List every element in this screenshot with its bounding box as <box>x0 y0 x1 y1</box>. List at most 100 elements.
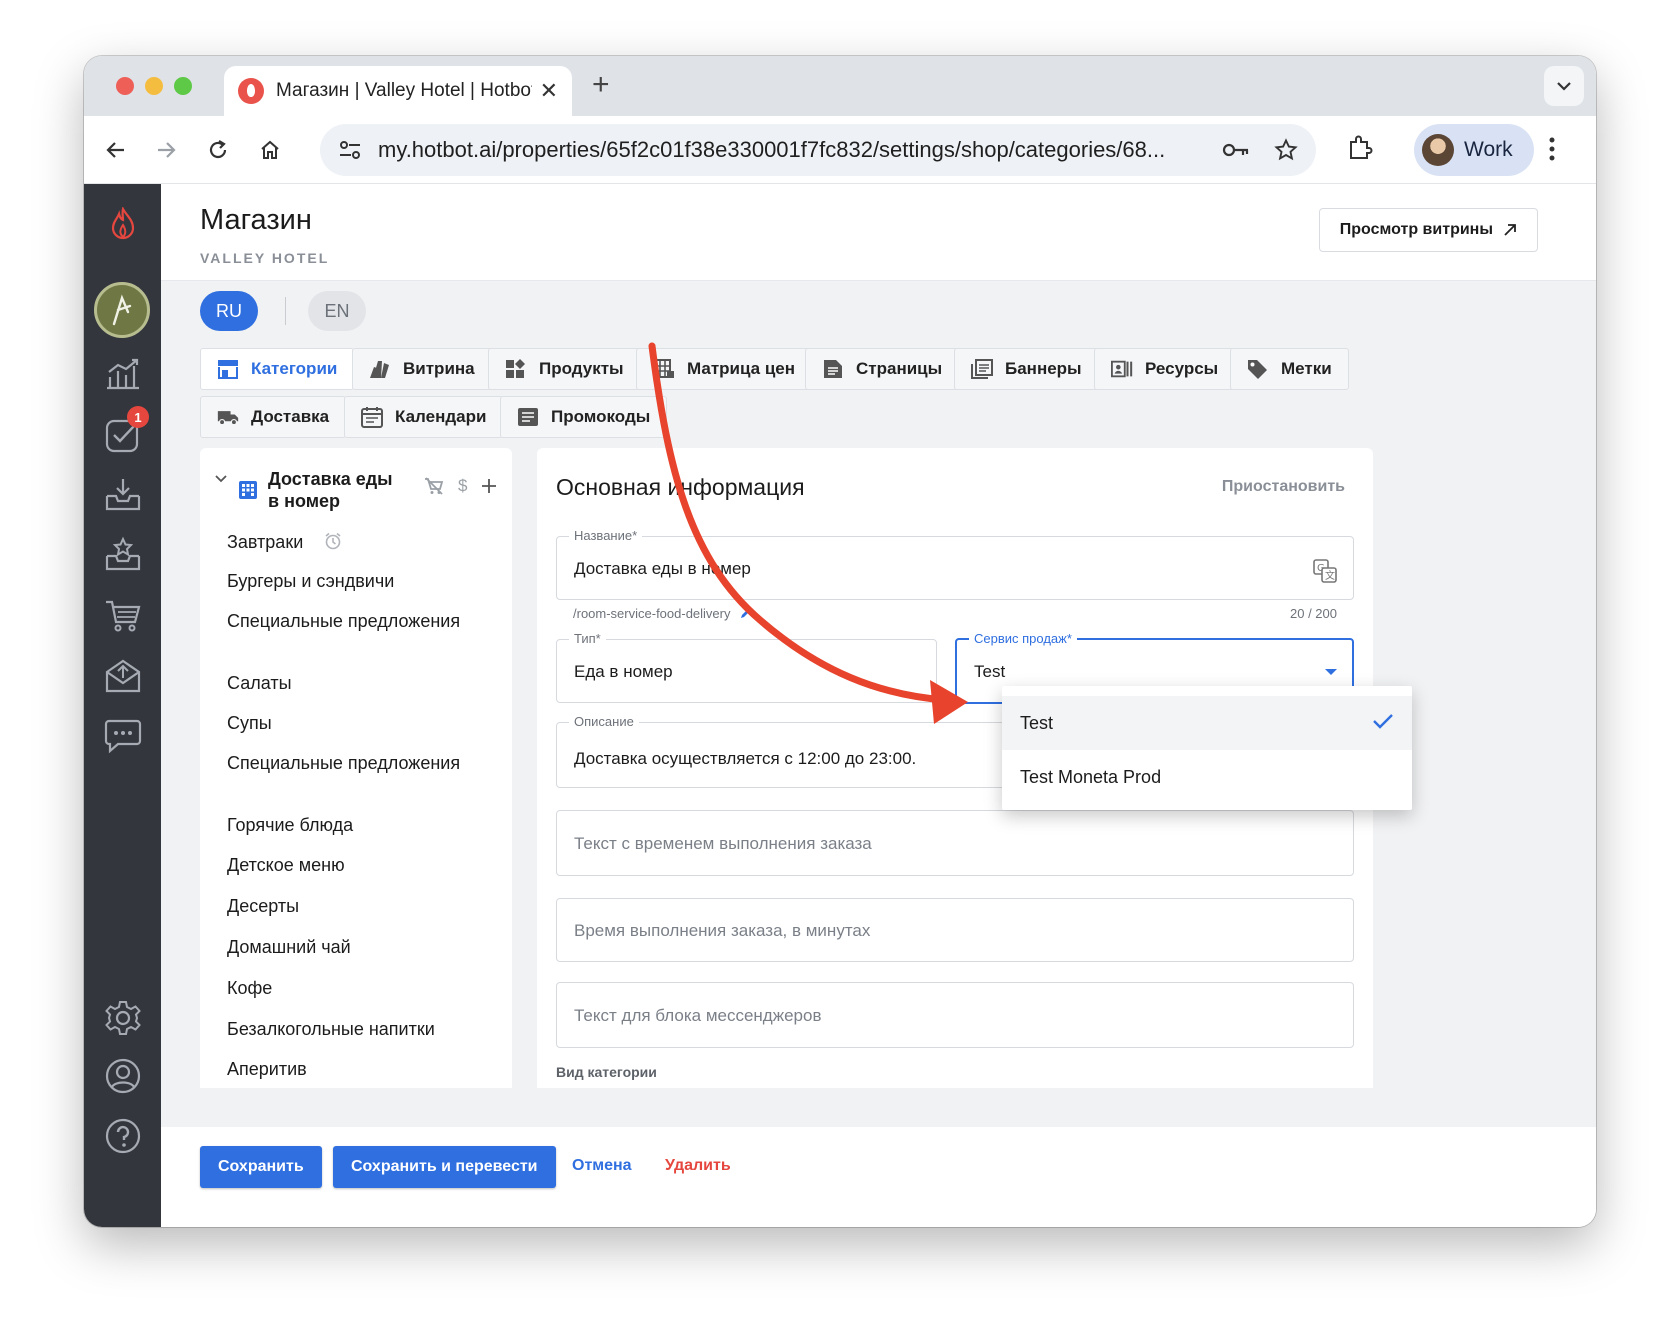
minimize-window-button[interactable] <box>145 77 163 95</box>
cart-off-icon[interactable] <box>424 477 444 495</box>
view-storefront-button[interactable]: Просмотр витрины <box>1318 208 1538 252</box>
order-time-text-field[interactable]: Текст с временем выполнения заказа <box>556 810 1354 876</box>
cancel-button[interactable]: Отмена <box>572 1157 632 1175</box>
tab-banners[interactable]: Баннеры <box>954 348 1099 390</box>
back-button[interactable] <box>100 134 132 166</box>
tab-categories[interactable]: Категории <box>200 348 355 390</box>
page-title: Магазин <box>200 204 312 236</box>
type-field[interactable]: Тип* Еда в номер <box>556 631 937 703</box>
tab-label: Промокоды <box>551 407 651 426</box>
order-time-minutes-field[interactable]: Время выполнения заказа, в минутах <box>556 898 1354 962</box>
tree-item[interactable]: Бургеры и сэндвичи <box>227 570 477 592</box>
property-avatar[interactable] <box>94 282 150 338</box>
reviews-icon[interactable] <box>101 532 145 576</box>
translate-icon[interactable]: G文 <box>1313 559 1337 583</box>
category-view-label: Вид категории <box>556 1064 657 1080</box>
property-logo-icon <box>112 294 132 326</box>
dropdown-option-test[interactable]: Test <box>1002 696 1412 750</box>
inbox-icon[interactable] <box>101 472 145 516</box>
add-plus-icon[interactable] <box>481 478 497 494</box>
profile-button[interactable]: Work <box>1414 124 1534 176</box>
tree-item[interactable]: Аперитив <box>227 1058 477 1080</box>
tasks-icon[interactable]: 1 <box>101 406 149 456</box>
settings-gear-icon[interactable] <box>101 996 145 1040</box>
puzzle-icon <box>1350 135 1373 159</box>
price-dollar-icon[interactable]: $ <box>458 476 467 496</box>
hotbot-logo-icon[interactable] <box>101 202 145 246</box>
forward-button[interactable] <box>150 134 182 166</box>
shop-cart-icon[interactable] <box>101 594 145 638</box>
help-icon[interactable] <box>101 1114 145 1158</box>
maximize-window-button[interactable] <box>174 77 192 95</box>
pages-icon <box>824 360 842 378</box>
dropdown-option-label: Test Moneta Prod <box>1020 766 1162 787</box>
tab-storefront[interactable]: Витрина <box>352 348 492 390</box>
home-icon <box>261 140 279 159</box>
tab-label: Баннеры <box>1005 359 1082 378</box>
lang-ru-button[interactable]: RU <box>200 291 258 331</box>
close-window-button[interactable] <box>116 77 134 95</box>
checkmark-icon <box>1373 714 1393 729</box>
description-field-value: Доставка осуществляется с 12:00 до 23:00… <box>574 749 917 768</box>
lang-en-button[interactable]: EN <box>308 291 366 331</box>
page-header: Магазин VALLEY HOTEL Просмотр витрины <box>161 184 1596 281</box>
analytics-icon[interactable] <box>101 352 145 396</box>
tab-pages[interactable]: Страницы <box>805 348 960 390</box>
suspend-button[interactable]: Приостановить <box>1222 478 1345 496</box>
name-field-value: Доставка еды в номер <box>574 559 751 578</box>
tree-item[interactable]: Безалкогольные напитки <box>227 1018 477 1040</box>
tree-item[interactable]: Специальные предложения <box>227 752 477 774</box>
address-bar[interactable]: my.hotbot.ai/properties/65f2c01f38e33000… <box>320 124 1316 176</box>
tab-resources[interactable]: Ресурсы <box>1094 348 1236 390</box>
tab-calendars[interactable]: Календари <box>344 396 504 438</box>
truck-icon <box>217 411 239 426</box>
tab-close-icon[interactable]: ✕ <box>540 78 558 104</box>
new-tab-button[interactable]: + <box>592 68 610 102</box>
tab-delivery[interactable]: Доставка <box>200 396 347 438</box>
slug-text: /room-service-food-delivery <box>573 606 731 621</box>
tab-products[interactable]: Продукты <box>488 348 641 390</box>
tree-item[interactable]: Специальные предложения <box>227 610 477 632</box>
browser-tab-active[interactable]: Магазин | Valley Hotel | Hotbot ✕ <box>224 66 572 116</box>
chevron-down-icon[interactable] <box>214 474 228 484</box>
more-vertical-icon <box>1549 137 1555 161</box>
save-and-translate-button[interactable]: Сохранить и перевести <box>333 1146 556 1188</box>
svg-text:文: 文 <box>1325 569 1335 582</box>
chat-icon[interactable] <box>101 714 145 758</box>
mailing-icon[interactable] <box>101 654 145 698</box>
messenger-text-field[interactable]: Текст для блока мессенджеров <box>556 982 1354 1048</box>
description-field-label: Описание <box>569 714 639 729</box>
order-time-text-placeholder: Текст с временем выполнения заказа <box>574 834 872 853</box>
tree-item[interactable]: Детское меню <box>227 854 477 876</box>
reload-button[interactable] <box>202 134 234 166</box>
alarm-clock-icon <box>325 532 341 550</box>
browser-menu-button[interactable] <box>1548 136 1556 167</box>
tab-promocodes[interactable]: Промокоды <box>500 396 668 438</box>
tree-item[interactable]: Завтраки <box>227 530 477 553</box>
tree-item[interactable]: Супы <box>227 712 477 734</box>
category-tree: Доставка еды в номер $ Завтраки Бургеры … <box>200 448 512 1088</box>
browser-toolbar: my.hotbot.ai/properties/65f2c01f38e33000… <box>84 116 1596 184</box>
tab-title: Магазин | Valley Hotel | Hotbot <box>276 80 532 101</box>
site-settings-icon[interactable] <box>338 139 362 161</box>
save-button[interactable]: Сохранить <box>200 1146 322 1188</box>
bookmark-star-icon[interactable] <box>1274 138 1298 162</box>
edit-pencil-icon[interactable] <box>740 607 752 619</box>
dropdown-option-test-moneta-prod[interactable]: Test Moneta Prod <box>1002 750 1412 804</box>
home-button[interactable] <box>254 134 286 166</box>
tree-item[interactable]: Домашний чай <box>227 936 477 958</box>
tree-item[interactable]: Горячие блюда <box>227 814 477 836</box>
tags-icon <box>1248 360 1267 379</box>
tab-search-button[interactable] <box>1544 66 1584 106</box>
user-profile-icon[interactable] <box>101 1054 145 1098</box>
tab-tags[interactable]: Метки <box>1230 348 1349 390</box>
tree-item[interactable]: Салаты <box>227 672 477 694</box>
key-icon[interactable] <box>1222 141 1250 159</box>
tree-item[interactable]: Десерты <box>227 895 477 917</box>
extensions-button[interactable] <box>1346 134 1374 167</box>
name-field-label: Название* <box>569 528 643 543</box>
tab-price-matrix[interactable]: Матрица цен <box>636 348 812 390</box>
name-field[interactable]: Название* Доставка еды в номер G文 <box>556 528 1354 600</box>
tree-item[interactable]: Кофе <box>227 977 477 999</box>
delete-button[interactable]: Удалить <box>665 1157 731 1175</box>
